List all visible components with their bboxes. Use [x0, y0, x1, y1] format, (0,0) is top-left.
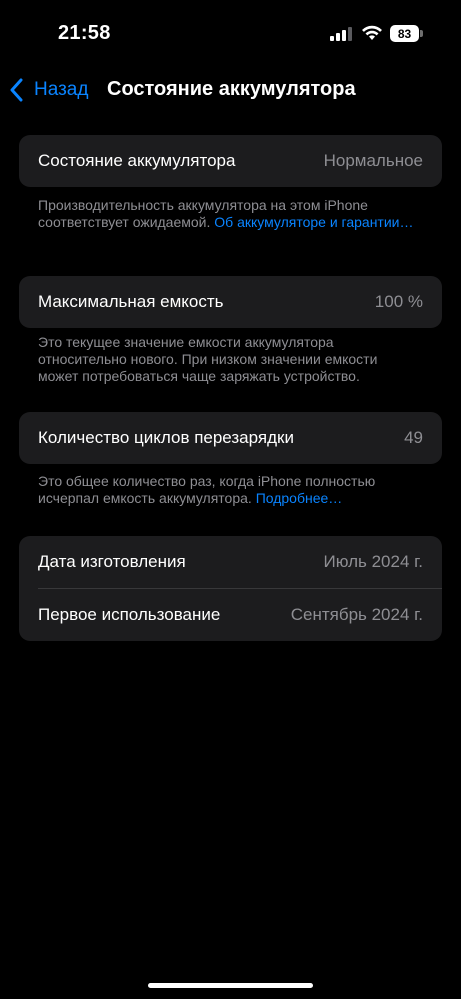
chevron-left-icon	[10, 78, 23, 102]
navigation-bar: Назад Состояние аккумулятора	[0, 72, 461, 108]
learn-more-link[interactable]: Подробнее…	[256, 490, 343, 506]
battery-condition-row: Состояние аккумулятора Нормальное	[19, 135, 442, 187]
cellular-signal-icon	[330, 27, 352, 41]
battery-body: 83	[390, 25, 419, 42]
first-use-row: Первое использование Сентябрь 2024 г.	[19, 589, 442, 641]
battery-level: 83	[397, 26, 412, 41]
cycle-count-footnote: Это общее количество раз, когда iPhone п…	[38, 473, 418, 507]
first-use-label: Первое использование	[38, 605, 221, 624]
max-capacity-footnote: Это текущее значение емкости аккумулятор…	[38, 334, 378, 384]
max-capacity-card: Максимальная емкость 100 %	[19, 276, 442, 328]
battery-condition-card: Состояние аккумулятора Нормальное	[19, 135, 442, 187]
manufacture-date-value: Июль 2024 г.	[323, 552, 424, 571]
status-bar: 21:58 83	[0, 0, 461, 60]
battery-condition-label: Состояние аккумулятора	[38, 151, 236, 170]
wifi-icon	[362, 25, 382, 40]
back-label: Назад	[34, 79, 89, 100]
battery-warranty-link[interactable]: Об аккумуляторе и гарантии…	[214, 214, 413, 230]
status-time: 21:58	[58, 22, 111, 44]
battery-icon: 83	[390, 25, 424, 42]
max-capacity-value: 100 %	[374, 292, 423, 311]
dates-card: Дата изготовления Июль 2024 г. Первое ис…	[19, 536, 442, 641]
battery-condition-value: Нормальное	[323, 151, 423, 170]
cycle-count-value: 49	[404, 428, 423, 447]
home-indicator[interactable]	[148, 983, 313, 988]
max-capacity-row: Максимальная емкость 100 %	[19, 276, 442, 328]
cycle-count-row: Количество циклов перезарядки 49	[19, 412, 442, 464]
cycle-count-label: Количество циклов перезарядки	[38, 428, 294, 447]
manufacture-date-row: Дата изготовления Июль 2024 г.	[19, 536, 442, 588]
battery-cap	[420, 30, 423, 37]
battery-condition-footnote: Производительность аккумулятора на этом …	[38, 197, 418, 231]
max-capacity-label: Максимальная емкость	[38, 292, 224, 311]
page-title: Состояние аккумулятора	[107, 78, 356, 100]
manufacture-date-label: Дата изготовления	[38, 552, 186, 571]
cycle-count-card: Количество циклов перезарядки 49	[19, 412, 442, 464]
first-use-value: Сентябрь 2024 г.	[290, 605, 423, 624]
back-button[interactable]: Назад	[8, 76, 88, 104]
